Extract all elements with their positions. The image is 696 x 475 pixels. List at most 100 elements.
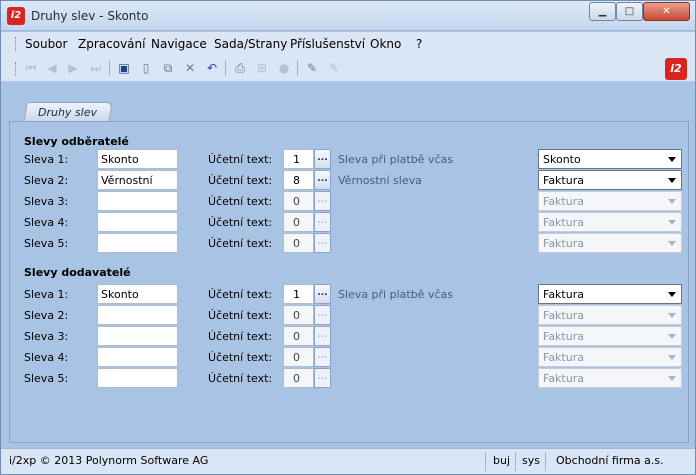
accounting-desc-customer-1: Sleva při platbě včas bbox=[338, 153, 453, 166]
accounting-code-input-customer-3[interactable]: 0 bbox=[283, 191, 314, 211]
accounting-code-input-supplier-2[interactable]: 0 bbox=[283, 305, 314, 325]
discount-name-input-customer-1[interactable]: Skonto bbox=[97, 149, 178, 169]
accounting-code-input-supplier-4[interactable]: 0 bbox=[283, 347, 314, 367]
discount-type-select-supplier-3[interactable]: Faktura bbox=[538, 326, 682, 346]
status-separator bbox=[515, 452, 516, 471]
toolbar-separator bbox=[297, 60, 298, 76]
clear-icon[interactable]: ✎ bbox=[325, 59, 343, 77]
discount-name-input-customer-3[interactable] bbox=[97, 191, 178, 211]
close-button[interactable]: ✕ bbox=[643, 2, 690, 21]
tab-label: Druhy slev bbox=[38, 106, 98, 119]
edit-icon[interactable]: ✎ bbox=[303, 59, 321, 77]
discount-type-select-supplier-4[interactable]: Faktura bbox=[538, 347, 682, 367]
discount-type-select-customer-2[interactable]: Faktura bbox=[538, 170, 682, 190]
accounting-code-input-customer-5[interactable]: 0 bbox=[283, 233, 314, 253]
print-icon[interactable]: ⎙ bbox=[231, 59, 249, 77]
minimize-button[interactable]: ▁ bbox=[589, 2, 616, 21]
discount-name-input-customer-4[interactable] bbox=[97, 212, 178, 232]
chevron-down-icon[interactable] bbox=[668, 220, 676, 225]
select-value: Faktura bbox=[543, 195, 584, 208]
title-bar[interactable]: i2 Druhy slev - Skonto ▁ □ ✕ bbox=[1, 1, 695, 31]
chevron-down-icon[interactable] bbox=[668, 355, 676, 360]
accounting-code-input-customer-1[interactable]: 1 bbox=[283, 149, 314, 169]
status-user: buj bbox=[493, 454, 511, 467]
toolbar-separator bbox=[109, 60, 110, 76]
menu-help[interactable]: ? bbox=[416, 37, 422, 51]
discount-name-input-customer-5[interactable] bbox=[97, 233, 178, 253]
discount-type-select-supplier-5[interactable]: Faktura bbox=[538, 368, 682, 388]
accounting-desc-customer-2: Věrnostní sleva bbox=[338, 174, 422, 187]
accounting-text-label-supplier-5: Účetní text: bbox=[208, 372, 273, 385]
new-icon[interactable]: ▯ bbox=[137, 59, 155, 77]
lookup-button-supplier-3[interactable]: ... bbox=[314, 326, 331, 346]
delete-icon[interactable]: ✕ bbox=[181, 59, 199, 77]
discount-name-input-supplier-3[interactable] bbox=[97, 326, 178, 346]
chevron-down-icon[interactable] bbox=[668, 313, 676, 318]
select-value: Faktura bbox=[543, 372, 584, 385]
copy-icon[interactable]: ⧉ bbox=[159, 59, 177, 77]
menu-sada-strany[interactable]: Sada/Strany bbox=[214, 37, 287, 51]
accounting-code-input-supplier-1[interactable]: 1 bbox=[283, 284, 314, 304]
select-value: Faktura bbox=[543, 237, 584, 250]
next-record-icon[interactable]: ▶ bbox=[64, 59, 82, 77]
discount-name-input-supplier-1[interactable]: Skonto bbox=[97, 284, 178, 304]
discount-type-select-supplier-1[interactable]: Faktura bbox=[538, 284, 682, 304]
accounting-text-label-customer-2: Účetní text: bbox=[208, 174, 273, 187]
chevron-down-icon[interactable] bbox=[668, 241, 676, 246]
lookup-button-supplier-5[interactable]: ... bbox=[314, 368, 331, 388]
chevron-down-icon[interactable] bbox=[668, 376, 676, 381]
discount-type-select-customer-1[interactable]: Skonto bbox=[538, 149, 682, 169]
menu-okno[interactable]: Okno bbox=[370, 37, 401, 51]
lookup-button-customer-1[interactable]: ... bbox=[314, 149, 331, 169]
discount-label-supplier-5: Sleva 5: bbox=[24, 372, 69, 385]
discount-type-select-customer-5[interactable]: Faktura bbox=[538, 233, 682, 253]
first-record-icon[interactable]: ⏮ bbox=[22, 59, 40, 77]
accounting-code-input-supplier-5[interactable]: 0 bbox=[283, 368, 314, 388]
discount-type-select-customer-4[interactable]: Faktura bbox=[538, 212, 682, 232]
chevron-down-icon[interactable] bbox=[668, 178, 676, 183]
save-icon[interactable]: ▣ bbox=[115, 59, 133, 77]
accounting-code-input-customer-4[interactable]: 0 bbox=[283, 212, 314, 232]
discount-name-input-supplier-5[interactable] bbox=[97, 368, 178, 388]
chevron-down-icon[interactable] bbox=[668, 334, 676, 339]
toolbar-separator bbox=[225, 60, 226, 76]
menu-zpracovani[interactable]: Zpracování bbox=[78, 37, 145, 51]
lookup-button-supplier-2[interactable]: ... bbox=[314, 305, 331, 325]
menu-prislusenstvi[interactable]: Příslušenství bbox=[290, 37, 365, 51]
chevron-down-icon[interactable] bbox=[668, 199, 676, 204]
discount-name-input-supplier-2[interactable] bbox=[97, 305, 178, 325]
app-logo-icon: i2 bbox=[7, 7, 25, 25]
chevron-down-icon[interactable] bbox=[668, 157, 676, 162]
lookup-button-customer-3[interactable]: ... bbox=[314, 191, 331, 211]
circle-icon[interactable]: ● bbox=[275, 59, 293, 77]
app-window: i2 Druhy slev - Skonto ▁ □ ✕ Soubor Zpra… bbox=[0, 0, 696, 475]
tab-druhy-slev[interactable]: Druhy slev bbox=[23, 102, 113, 123]
discount-type-select-supplier-2[interactable]: Faktura bbox=[538, 305, 682, 325]
accounting-text-label-supplier-3: Účetní text: bbox=[208, 330, 273, 343]
accounting-text-label-supplier-2: Účetní text: bbox=[208, 309, 273, 322]
discount-name-input-customer-2[interactable]: Věrnostní bbox=[97, 170, 178, 190]
undo-icon[interactable]: ↶ bbox=[203, 59, 221, 77]
status-bar: i/2xp © 2013 Polynorm Software AG buj sy… bbox=[1, 448, 695, 474]
lookup-button-customer-5[interactable]: ... bbox=[314, 233, 331, 253]
last-record-icon[interactable]: ⏭ bbox=[87, 59, 105, 77]
menu-soubor[interactable]: Soubor bbox=[25, 37, 67, 51]
prev-record-icon[interactable]: ◀ bbox=[43, 59, 61, 77]
tree-icon[interactable]: ⊞ bbox=[253, 59, 271, 77]
lookup-button-customer-2[interactable]: ... bbox=[314, 170, 331, 190]
accounting-code-input-customer-2[interactable]: 8 bbox=[283, 170, 314, 190]
menu-navigace[interactable]: Navigace bbox=[151, 37, 207, 51]
select-value: Faktura bbox=[543, 351, 584, 364]
discount-type-select-customer-3[interactable]: Faktura bbox=[538, 191, 682, 211]
lookup-button-supplier-1[interactable]: ... bbox=[314, 284, 331, 304]
select-value: Skonto bbox=[543, 153, 581, 166]
chevron-down-icon[interactable] bbox=[668, 292, 676, 297]
lookup-button-supplier-4[interactable]: ... bbox=[314, 347, 331, 367]
accounting-text-label-customer-1: Účetní text: bbox=[208, 153, 273, 166]
toolbar: ⏮ ◀ ▶ ⏭ ▣ ▯ ⧉ ✕ ↶ ⎙ ⊞ ● ✎ ✎ i2 bbox=[1, 56, 695, 82]
lookup-button-customer-4[interactable]: ... bbox=[314, 212, 331, 232]
maximize-button[interactable]: □ bbox=[616, 2, 643, 21]
discount-name-input-supplier-4[interactable] bbox=[97, 347, 178, 367]
accounting-code-input-supplier-3[interactable]: 0 bbox=[283, 326, 314, 346]
discount-label-customer-5: Sleva 5: bbox=[24, 237, 69, 250]
